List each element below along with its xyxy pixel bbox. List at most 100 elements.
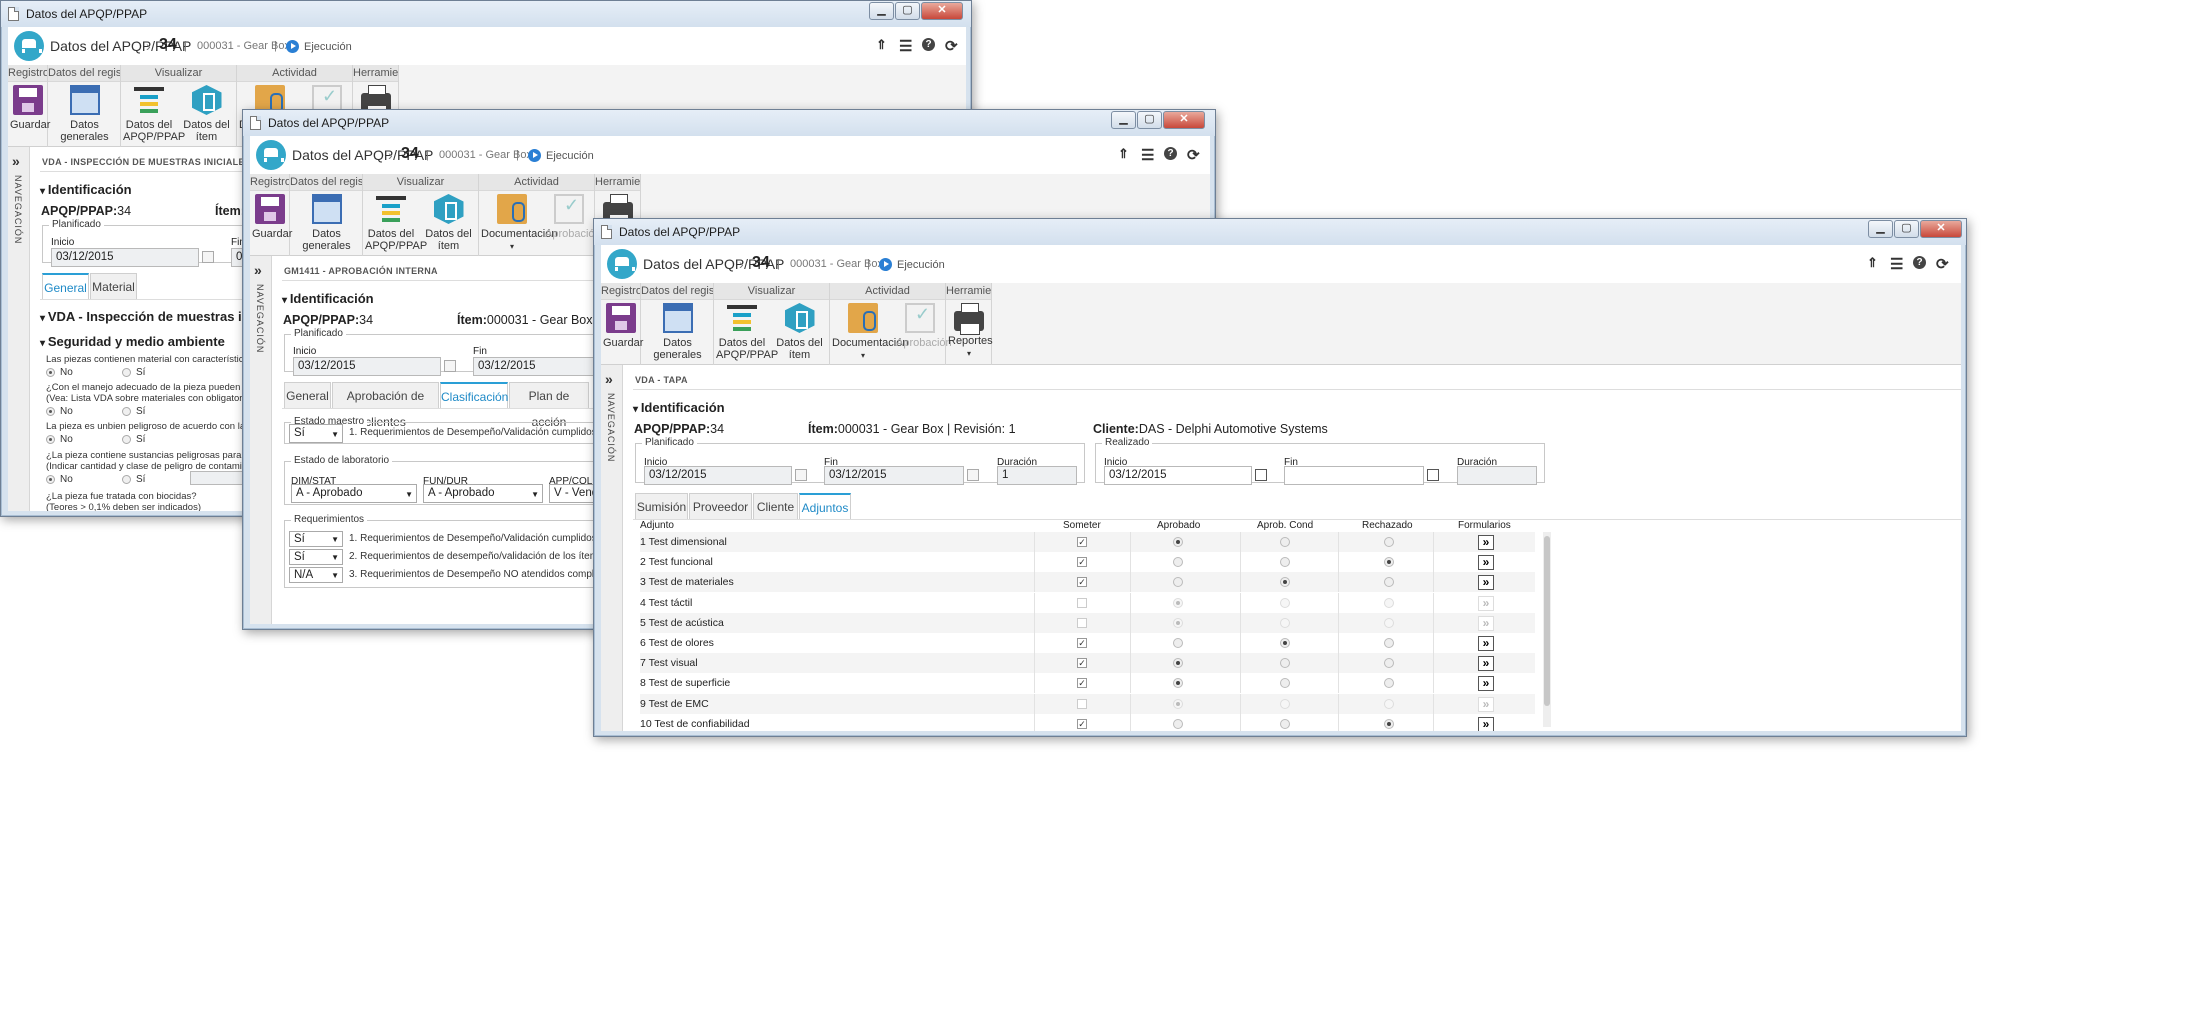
table-row[interactable]: 7 Test visual ✓ » bbox=[640, 653, 1535, 674]
general-data-button[interactable]: Datos generales bbox=[50, 85, 119, 143]
planned-duration-input[interactable]: 1 bbox=[997, 466, 1077, 485]
radio-rechazado[interactable] bbox=[1384, 658, 1394, 669]
forms-button[interactable]: » bbox=[1478, 636, 1494, 651]
real-duration-input[interactable] bbox=[1457, 466, 1537, 485]
table-row[interactable]: 3 Test de materiales ✓ » bbox=[640, 572, 1535, 593]
radio-cond[interactable] bbox=[1280, 638, 1290, 648]
radio-rechazado[interactable] bbox=[1384, 678, 1394, 689]
radio-rechazado[interactable] bbox=[1384, 698, 1394, 709]
radio-no[interactable] bbox=[46, 435, 55, 444]
table-row[interactable]: 4 Test táctil » bbox=[640, 592, 1535, 613]
radio-no[interactable] bbox=[46, 407, 55, 416]
forms-button[interactable]: » bbox=[1478, 696, 1494, 712]
calendar-icon[interactable] bbox=[795, 469, 807, 481]
tab-submission[interactable]: Sumisión bbox=[635, 493, 688, 520]
navigation-panel[interactable]: » NAVEGACIÓN bbox=[601, 365, 623, 731]
safety-heading[interactable]: Seguridad y medio ambiente bbox=[40, 334, 225, 349]
minimize-button[interactable]: ▁ bbox=[1868, 220, 1893, 238]
minimize-button[interactable]: ▁ bbox=[869, 2, 894, 20]
grid-scrollbar[interactable] bbox=[1543, 532, 1551, 727]
radio-aprobado[interactable] bbox=[1173, 718, 1183, 729]
close-button[interactable]: ✕ bbox=[1163, 111, 1205, 129]
forms-button[interactable]: » bbox=[1478, 656, 1494, 672]
table-row[interactable]: 1 Test dimensional ✓ » bbox=[640, 532, 1535, 552]
submit-checkbox[interactable]: ✓ bbox=[1077, 678, 1087, 689]
submit-checkbox[interactable]: ✓ bbox=[1077, 718, 1087, 729]
radio-aprobado[interactable] bbox=[1173, 537, 1183, 547]
submit-checkbox[interactable] bbox=[1077, 597, 1087, 608]
end-date-input[interactable]: 03/12/2015 bbox=[473, 357, 613, 376]
apqp-data-button[interactable]: Datos del APQP/PPAP bbox=[716, 303, 778, 361]
minimize-button[interactable]: ▁ bbox=[1111, 111, 1136, 129]
radio-rechazado[interactable] bbox=[1384, 577, 1394, 588]
forms-button[interactable]: » bbox=[1478, 555, 1494, 571]
fun-dur-select[interactable]: A - Aprobado bbox=[423, 484, 543, 503]
list-icon[interactable]: ☰ bbox=[1890, 255, 1903, 273]
radio-aprobado[interactable] bbox=[1173, 577, 1183, 588]
radio-aprobado[interactable] bbox=[1173, 658, 1183, 669]
save-button[interactable]: Guardar bbox=[603, 303, 643, 349]
submit-checkbox[interactable]: ✓ bbox=[1077, 557, 1087, 568]
help-icon[interactable]: ? bbox=[1913, 256, 1926, 269]
requirement-select[interactable]: N/A bbox=[289, 567, 343, 583]
tab-attachments[interactable]: Adjuntos bbox=[799, 493, 851, 520]
save-button[interactable]: Guardar bbox=[252, 194, 292, 240]
real-end-input[interactable] bbox=[1284, 466, 1424, 485]
maximize-button[interactable]: ▢ bbox=[1137, 111, 1162, 129]
identification-heading[interactable]: Identificación bbox=[282, 291, 374, 306]
radio-no[interactable] bbox=[46, 368, 55, 377]
tab-general[interactable]: General bbox=[284, 382, 331, 409]
radio-aprobado[interactable] bbox=[1173, 597, 1183, 608]
radio-aprobado[interactable] bbox=[1173, 638, 1183, 648]
forms-button[interactable]: » bbox=[1478, 615, 1494, 631]
radio-cond[interactable] bbox=[1280, 698, 1290, 709]
radio-rechazado[interactable] bbox=[1384, 537, 1394, 547]
calendar-icon[interactable] bbox=[1427, 469, 1439, 481]
radio-rechazado[interactable] bbox=[1384, 718, 1394, 729]
list-icon[interactable]: ☰ bbox=[1141, 146, 1154, 164]
calendar-icon[interactable] bbox=[967, 469, 979, 481]
tab-supplier[interactable]: Proveedor bbox=[689, 493, 752, 520]
maximize-button[interactable]: ▢ bbox=[895, 2, 920, 20]
expand-nav-icon[interactable]: » bbox=[254, 262, 262, 278]
tab-client-approval[interactable]: Aprobación de clientes bbox=[332, 382, 439, 429]
real-start-input[interactable]: 03/12/2015 bbox=[1104, 466, 1252, 485]
radio-cond[interactable] bbox=[1280, 577, 1290, 588]
documentation-button[interactable]: Documentación▾ bbox=[481, 194, 557, 253]
approval-button[interactable]: Aprobación bbox=[896, 303, 952, 349]
table-row[interactable]: 9 Test de EMC » bbox=[640, 693, 1535, 714]
radio-cond[interactable] bbox=[1280, 718, 1290, 729]
expand-nav-icon[interactable]: » bbox=[605, 371, 613, 387]
list-icon[interactable]: ☰ bbox=[899, 37, 912, 55]
radio-aprobado[interactable] bbox=[1173, 617, 1183, 628]
apqp-data-button[interactable]: Datos del APQP/PPAP bbox=[123, 85, 185, 143]
submit-checkbox[interactable]: ✓ bbox=[1077, 638, 1087, 648]
calendar-icon[interactable] bbox=[444, 360, 456, 372]
collapse-icon[interactable]: ⇑ bbox=[1867, 255, 1878, 271]
forms-button[interactable]: » bbox=[1478, 575, 1494, 591]
help-icon[interactable]: ? bbox=[922, 38, 935, 51]
title-bar[interactable]: Datos del APQP/PPAP ▁ ▢ ✕ bbox=[243, 110, 1215, 136]
identification-heading[interactable]: Identificación bbox=[40, 182, 132, 197]
forms-button[interactable]: » bbox=[1478, 676, 1494, 692]
item-data-button[interactable]: Datos del ítem bbox=[771, 303, 828, 361]
help-icon[interactable]: ? bbox=[1164, 147, 1177, 160]
close-button[interactable]: ✕ bbox=[1920, 220, 1962, 238]
submit-checkbox[interactable]: ✓ bbox=[1077, 658, 1087, 669]
tab-action-plan[interactable]: Plan de acción bbox=[509, 382, 589, 429]
radio-yes[interactable] bbox=[122, 475, 131, 484]
table-row[interactable]: 2 Test funcional ✓ » bbox=[640, 552, 1535, 573]
maximize-button[interactable]: ▢ bbox=[1894, 220, 1919, 238]
start-date-input[interactable]: 03/12/2015 bbox=[293, 357, 441, 376]
radio-rechazado[interactable] bbox=[1384, 597, 1394, 608]
apqp-data-button[interactable]: Datos del APQP/PPAP bbox=[365, 194, 427, 252]
radio-cond[interactable] bbox=[1280, 557, 1290, 568]
radio-rechazado[interactable] bbox=[1384, 557, 1394, 568]
table-row[interactable]: 5 Test de acústica » bbox=[640, 612, 1535, 633]
navigation-panel[interactable]: » NAVEGACIÓN bbox=[8, 147, 30, 511]
extra-input[interactable] bbox=[190, 471, 250, 485]
master-status-select[interactable]: Sí bbox=[289, 424, 343, 443]
save-button[interactable]: Guardar bbox=[10, 85, 50, 131]
radio-rechazado[interactable] bbox=[1384, 638, 1394, 648]
table-row[interactable]: 10 Test de confiabilidad ✓ » bbox=[640, 713, 1535, 731]
